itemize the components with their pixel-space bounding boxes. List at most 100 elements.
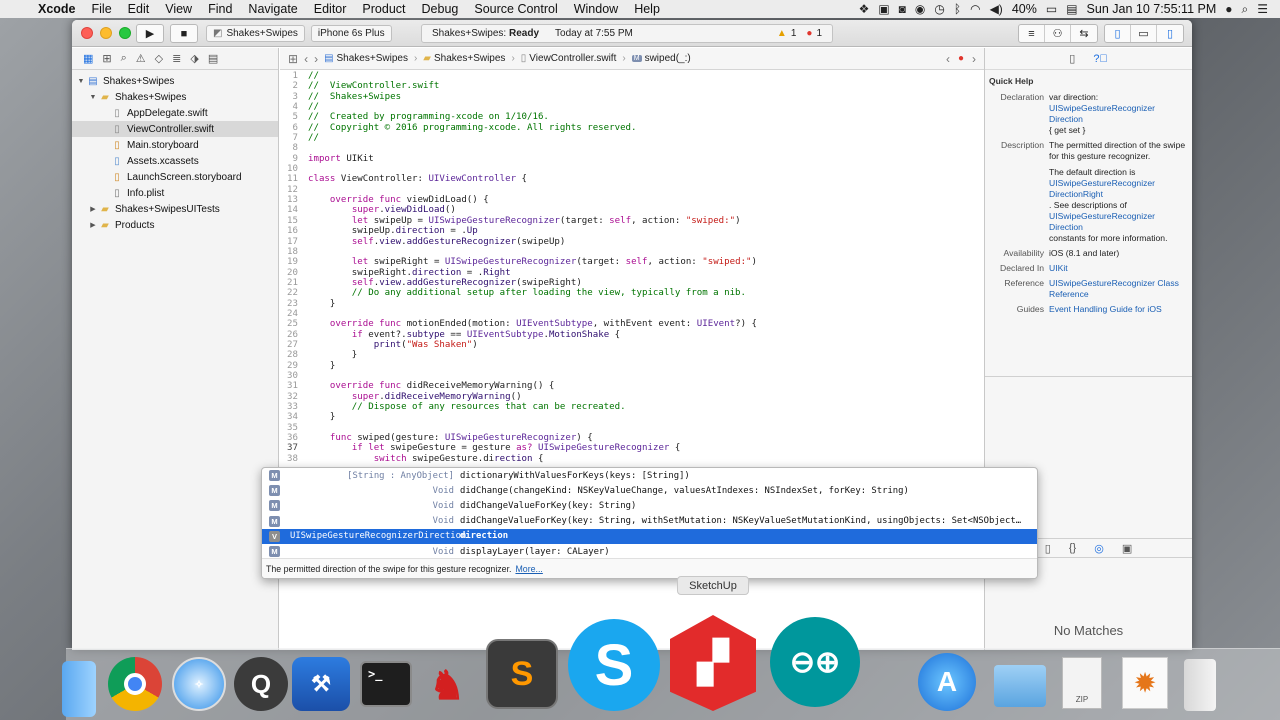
completion-item[interactable]: M Void didChange(changeKind: NSKeyValueCha… <box>262 483 1037 498</box>
media-library-icon[interactable]: ▣ <box>1122 542 1132 555</box>
navigator-item[interactable]: ▶ ▰ Products <box>72 217 278 233</box>
code-line[interactable]: 21 self.view.addGestureRecognizer(swipeR… <box>280 278 984 288</box>
quick-help-tab-icon[interactable]: ?⃝ <box>1093 53 1107 65</box>
disclosure-open-icon[interactable]: ▼ <box>76 78 86 85</box>
code-line[interactable]: 4 // <box>280 102 984 112</box>
chrome-dock-icon[interactable] <box>108 657 162 711</box>
line-number[interactable]: 7 <box>280 133 302 143</box>
declared-in-link[interactable]: UIKit <box>1049 263 1068 273</box>
code-line[interactable]: 36 func swiped(gesture: UISwipeGestureRe… <box>280 433 984 443</box>
code-snippet-library-icon[interactable]: {} <box>1069 542 1076 554</box>
line-number[interactable]: 9 <box>280 154 302 164</box>
line-number[interactable]: 2 <box>280 81 302 91</box>
code-line[interactable]: 35 <box>280 423 984 433</box>
code-line[interactable]: 19 let swipeRight = UISwipeGestureRecogn… <box>280 257 984 267</box>
line-number[interactable]: 21 <box>280 278 302 288</box>
line-number[interactable]: 14 <box>280 205 302 215</box>
scheme-selector[interactable]: ◩ Shakes+Swipes iPhone 6s Plus <box>206 24 392 43</box>
certificate-dock-icon[interactable]: ✹ <box>1122 657 1168 709</box>
line-number[interactable]: 20 <box>280 268 302 278</box>
code-line[interactable]: 15 let swipeUp = UISwipeGestureRecognize… <box>280 216 984 226</box>
line-number[interactable]: 22 <box>280 288 302 298</box>
stop-button[interactable]: ■ <box>170 24 198 43</box>
dropbox-icon[interactable]: ❖ <box>859 2 870 16</box>
assistant-editor-button[interactable]: ⚇ <box>1045 25 1071 42</box>
navigator-item[interactable]: ▯ AppDelegate.swift <box>72 105 278 121</box>
spotlight-icon[interactable]: ⌕ <box>1242 2 1249 17</box>
test-navigator-tab-icon[interactable]: ◇ <box>155 52 163 65</box>
quicktime-dock-icon[interactable]: Q <box>234 657 288 711</box>
debug-navigator-tab-icon[interactable]: ≣ <box>172 52 181 65</box>
code-line[interactable]: 2 // ViewController.swift <box>280 81 984 91</box>
line-number[interactable]: 38 <box>280 454 302 464</box>
code-line[interactable]: 14 super.viewDidLoad() <box>280 205 984 215</box>
line-number[interactable]: 4 <box>280 102 302 112</box>
navigator-item[interactable]: ▯ ViewController.swift <box>72 121 278 137</box>
breadcrumb-file[interactable]: ▯ ViewController.swift <box>521 53 617 64</box>
line-number[interactable]: 30 <box>280 371 302 381</box>
forward-button[interactable]: › <box>314 52 318 66</box>
line-number[interactable]: 5 <box>280 112 302 122</box>
issue-navigator-tab-icon[interactable]: ⚠ <box>136 52 146 65</box>
completion-item[interactable]: M Void displayLayer(layer: CALayer) <box>262 544 1037 559</box>
project-navigator-tab-icon[interactable]: ▦ <box>83 52 93 65</box>
menu-source-control[interactable]: Source Control <box>466 2 565 16</box>
next-issue-button[interactable]: › <box>972 52 976 66</box>
skype-dock-icon[interactable]: S <box>568 619 660 711</box>
volume-icon[interactable]: ◀) <box>990 2 1003 16</box>
code-line[interactable]: 31 override func didReceiveMemoryWarning… <box>280 381 984 391</box>
menu-find[interactable]: Find <box>200 2 240 16</box>
object-library-icon[interactable]: ◎ <box>1094 542 1104 555</box>
disclosure-open-icon[interactable]: ▼ <box>88 94 98 101</box>
code-line[interactable]: 18 <box>280 247 984 257</box>
trash-dock-icon[interactable] <box>1184 659 1216 711</box>
code-line[interactable]: 27 print("Was Shaken") <box>280 340 984 350</box>
menu-edit[interactable]: Edit <box>120 2 158 16</box>
safari-dock-icon[interactable]: ✧ <box>172 657 226 711</box>
code-line[interactable]: 1 // <box>280 71 984 81</box>
app-store-dock-icon[interactable]: A <box>918 653 976 711</box>
notification-center-icon[interactable]: ☰ <box>1257 2 1268 16</box>
report-navigator-tab-icon[interactable]: ▤ <box>208 52 218 65</box>
scheme-device[interactable]: iPhone 6s Plus <box>310 25 392 42</box>
menu-debug[interactable]: Debug <box>414 2 467 16</box>
sublime-text-dock-icon[interactable]: S <box>486 639 558 709</box>
breakpoint-navigator-tab-icon[interactable]: ⬗ <box>190 52 198 65</box>
disclosure-closed-icon[interactable]: ▶ <box>88 221 98 229</box>
zip-archive-dock-icon[interactable]: ZIP <box>1062 657 1102 709</box>
code-line[interactable]: 37 if let swipeGesture = gesture as? UIS… <box>280 443 984 453</box>
completion-item[interactable]: M Void didChangeValueForKey(key: String) <box>262 498 1037 513</box>
direction-link[interactable]: UISwipeGestureRecognizer Direction <box>1049 211 1186 233</box>
menu-view[interactable]: View <box>157 2 200 16</box>
code-line[interactable]: 29 } <box>280 361 984 371</box>
back-button[interactable]: ‹ <box>304 52 308 66</box>
finder-dock-icon[interactable] <box>62 661 96 717</box>
completion-more-link[interactable]: More... <box>515 564 542 574</box>
code-line[interactable]: 7 // <box>280 133 984 143</box>
bluetooth-icon[interactable]: ᛒ <box>954 2 961 16</box>
error-count[interactable]: 1 <box>816 28 822 39</box>
toggle-utilities-button[interactable]: ▯ <box>1157 25 1183 42</box>
version-editor-button[interactable]: ⇆ <box>1071 25 1097 42</box>
disclosure-closed-icon[interactable]: ▶ <box>88 205 98 213</box>
code-line[interactable]: 10 <box>280 164 984 174</box>
line-number[interactable]: 37 <box>280 443 302 453</box>
line-number[interactable]: 6 <box>280 123 302 133</box>
line-number[interactable]: 13 <box>280 195 302 205</box>
line-number[interactable]: 1 <box>280 71 302 81</box>
code-line[interactable]: 6 // Copyright © 2016 programming-xcode. … <box>280 123 984 133</box>
code-line[interactable]: 33 // Dispose of any resources that can … <box>280 402 984 412</box>
reference-link[interactable]: UISwipeGestureRecognizer Class Reference <box>1049 278 1179 299</box>
completion-item[interactable]: M Void didChangeValueForKey(key: String, w… <box>262 514 1037 529</box>
terminal-dock-icon[interactable]: >_ <box>360 661 412 707</box>
navigator-item[interactable]: ▼ ▤ Shakes+Swipes <box>72 73 278 89</box>
code-area[interactable]: 1 // 2 // ViewController.swift 3 // Shakes+Sw… <box>280 71 984 491</box>
line-number[interactable]: 17 <box>280 237 302 247</box>
zoom-window-button[interactable] <box>119 27 131 39</box>
line-number[interactable]: 19 <box>280 257 302 267</box>
breadcrumb-project[interactable]: ▤ Shakes+Swipes <box>324 53 408 64</box>
scheme-target[interactable]: ◩ Shakes+Swipes <box>206 25 305 42</box>
completion-item[interactable]: M [String : AnyObject] dictionaryWithValue… <box>262 468 1037 483</box>
menu-app-name[interactable]: Xcode <box>36 2 84 16</box>
navigator-item[interactable]: ▼ ▰ Shakes+Swipes <box>72 89 278 105</box>
